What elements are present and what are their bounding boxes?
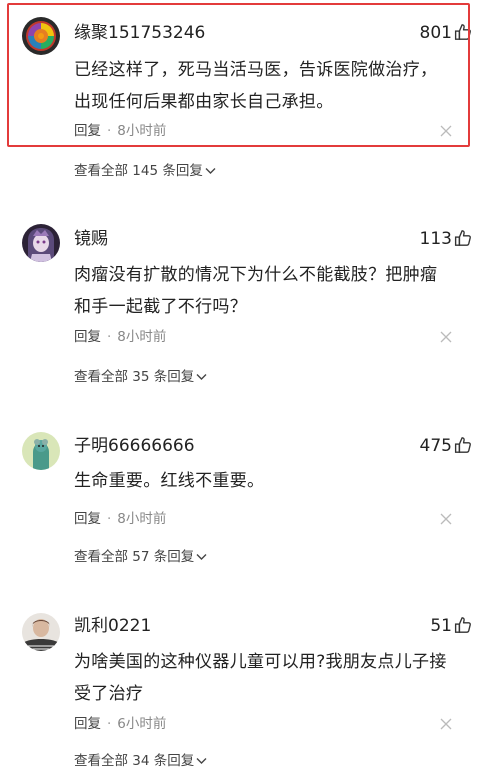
separator-dot: ·	[107, 329, 112, 345]
reply-button[interactable]: 回复	[74, 329, 101, 345]
comment-item: 凯利0221 51 为啥美国的这种仪器儿童可以用?我朋友点儿子接 受了治疗 回复…	[0, 580, 482, 769]
close-icon[interactable]	[440, 125, 452, 137]
comment-item: 镜赐 113 肉瘤没有扩散的情况下为什么不能截肢？把肿瘤 和手一起截了不行吗？ …	[0, 190, 482, 400]
chevron-down-icon	[196, 374, 207, 380]
view-all-replies-link[interactable]: 查看全部 34 条回复	[74, 752, 207, 770]
username[interactable]: 凯利0221	[74, 615, 151, 637]
rose-avatar-icon[interactable]	[22, 17, 60, 55]
anime-character-avatar-icon[interactable]	[22, 224, 60, 262]
comment-text-line: 生命重要。红线不重要。	[74, 471, 265, 491]
comment-text-line: 出现任何后果都由家长自己承担。	[74, 92, 334, 112]
comment-meta: 回复 · 6小时前	[74, 715, 166, 733]
like-count: 475	[419, 436, 452, 456]
view-all-replies-link[interactable]: 查看全部 145 条回复	[74, 162, 216, 180]
comment-item: 缘聚151753246 801 已经这样了，死马当活马医，告诉医院做治疗， 出现…	[0, 0, 482, 190]
view-replies-label: 查看全部 57 条回复	[74, 549, 195, 565]
separator-dot: ·	[107, 123, 112, 139]
close-icon[interactable]	[440, 718, 452, 730]
thumbs-up-icon[interactable]	[454, 616, 472, 634]
photo-avatar-icon[interactable]	[22, 613, 60, 651]
thumbs-up-icon[interactable]	[454, 229, 472, 247]
close-icon[interactable]	[440, 513, 452, 525]
reply-button[interactable]: 回复	[74, 511, 101, 527]
like-count: 801	[419, 23, 452, 43]
thumbs-up-icon[interactable]	[454, 23, 472, 41]
timestamp: 8小时前	[117, 511, 167, 527]
close-icon[interactable]	[440, 331, 452, 343]
comment-text: 为啥美国的这种仪器儿童可以用?我朋友点儿子接 受了治疗	[74, 646, 459, 710]
view-all-replies-link[interactable]: 查看全部 35 条回复	[74, 368, 207, 386]
view-replies-label: 查看全部 145 条回复	[74, 163, 203, 179]
view-replies-label: 查看全部 34 条回复	[74, 753, 195, 769]
thumbs-up-icon[interactable]	[454, 436, 472, 454]
reply-button[interactable]: 回复	[74, 123, 101, 139]
comment-text-line: 和手一起截了不行吗？	[74, 297, 247, 317]
reply-button[interactable]: 回复	[74, 716, 101, 732]
comment-text-line: 受了治疗	[74, 684, 144, 704]
chevron-down-icon	[196, 554, 207, 560]
like-count: 51	[430, 616, 452, 636]
comment-meta: 回复 · 8小时前	[74, 328, 166, 346]
username[interactable]: 子明66666666	[74, 435, 195, 457]
timestamp: 8小时前	[117, 123, 167, 139]
chevron-down-icon	[205, 168, 216, 174]
comment-text-line: 已经这样了，死马当活马医，告诉医院做治疗，	[74, 60, 438, 80]
separator-dot: ·	[107, 716, 112, 732]
cartoon-avatar-icon[interactable]	[22, 432, 60, 470]
chevron-down-icon	[196, 758, 207, 764]
timestamp: 6小时前	[117, 716, 167, 732]
view-all-replies-link[interactable]: 查看全部 57 条回复	[74, 548, 207, 566]
comment-item: 子明66666666 475 生命重要。红线不重要。 回复 · 8小时前 查看全部 …	[0, 400, 482, 580]
timestamp: 8小时前	[117, 329, 167, 345]
like-count: 113	[419, 229, 452, 249]
separator-dot: ·	[107, 511, 112, 527]
comment-text-line: 为啥美国的这种仪器儿童可以用?我朋友点儿子接	[74, 652, 447, 672]
comment-text: 肉瘤没有扩散的情况下为什么不能截肢？把肿瘤 和手一起截了不行吗？	[74, 259, 459, 323]
comment-text: 已经这样了，死马当活马医，告诉医院做治疗， 出现任何后果都由家长自己承担。	[74, 54, 459, 118]
username[interactable]: 镜赐	[74, 228, 108, 250]
comment-text-line: 肉瘤没有扩散的情况下为什么不能截肢？把肿瘤	[74, 265, 438, 285]
comment-meta: 回复 · 8小时前	[74, 122, 166, 140]
username[interactable]: 缘聚151753246	[74, 22, 205, 44]
comment-meta: 回复 · 8小时前	[74, 510, 166, 528]
comment-text: 生命重要。红线不重要。	[74, 465, 459, 497]
view-replies-label: 查看全部 35 条回复	[74, 369, 195, 385]
